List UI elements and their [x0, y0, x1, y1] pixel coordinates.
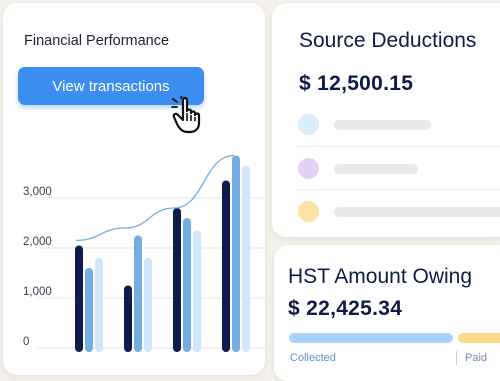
deduction-placeholder-bar	[334, 164, 418, 174]
deduction-row[interactable]	[272, 104, 500, 144]
chart-bar	[124, 285, 132, 352]
chart-bar	[144, 258, 152, 352]
deduction-dot	[298, 201, 319, 222]
source-deductions-title: Source Deductions	[299, 29, 477, 52]
deduction-placeholder-bar	[334, 207, 500, 217]
chart-bar	[95, 258, 103, 352]
hst-amount-owing-card: HST Amount Owing $ 22,425.34 Collected P…	[274, 245, 500, 381]
chart-bar	[134, 235, 142, 352]
hst-label-divider	[456, 351, 457, 365]
chart-bar	[85, 268, 93, 352]
hst-title: HST Amount Owing	[288, 265, 473, 288]
y-tick-label: 2,000	[23, 236, 52, 248]
row-divider	[294, 146, 500, 147]
chart-bar	[173, 208, 181, 352]
financial-performance-chart: 0 1,000 2,000 3,000	[23, 154, 265, 352]
chart-bar	[75, 245, 83, 352]
deduction-row[interactable]	[272, 148, 500, 188]
chart-bar	[183, 218, 191, 352]
hst-paid-bar	[458, 333, 500, 343]
chart-bar	[232, 155, 240, 352]
deduction-dot	[298, 114, 319, 135]
chart-bar	[222, 180, 230, 352]
y-tick-label: 0	[23, 336, 29, 348]
financial-performance-card: Financial Performance View transactions …	[3, 3, 265, 375]
hst-amount: $ 22,425.34	[288, 297, 403, 320]
hst-collected-bar	[289, 333, 453, 343]
source-deductions-card: Source Deductions $ 12,500.15	[272, 3, 500, 237]
deduction-placeholder-bar	[334, 120, 431, 130]
y-tick-label: 1,000	[23, 286, 52, 298]
chart-bar	[193, 230, 201, 352]
deduction-row[interactable]	[272, 191, 500, 231]
hand-pointer-icon	[171, 96, 201, 134]
row-divider	[294, 189, 500, 190]
hst-collected-label: Collected	[290, 352, 336, 364]
deduction-dot	[298, 158, 319, 179]
source-deductions-amount: $ 12,500.15	[299, 72, 414, 95]
chart-bar	[242, 165, 250, 352]
y-tick-label: 3,000	[23, 186, 52, 198]
hst-paid-label: Paid	[465, 352, 488, 364]
